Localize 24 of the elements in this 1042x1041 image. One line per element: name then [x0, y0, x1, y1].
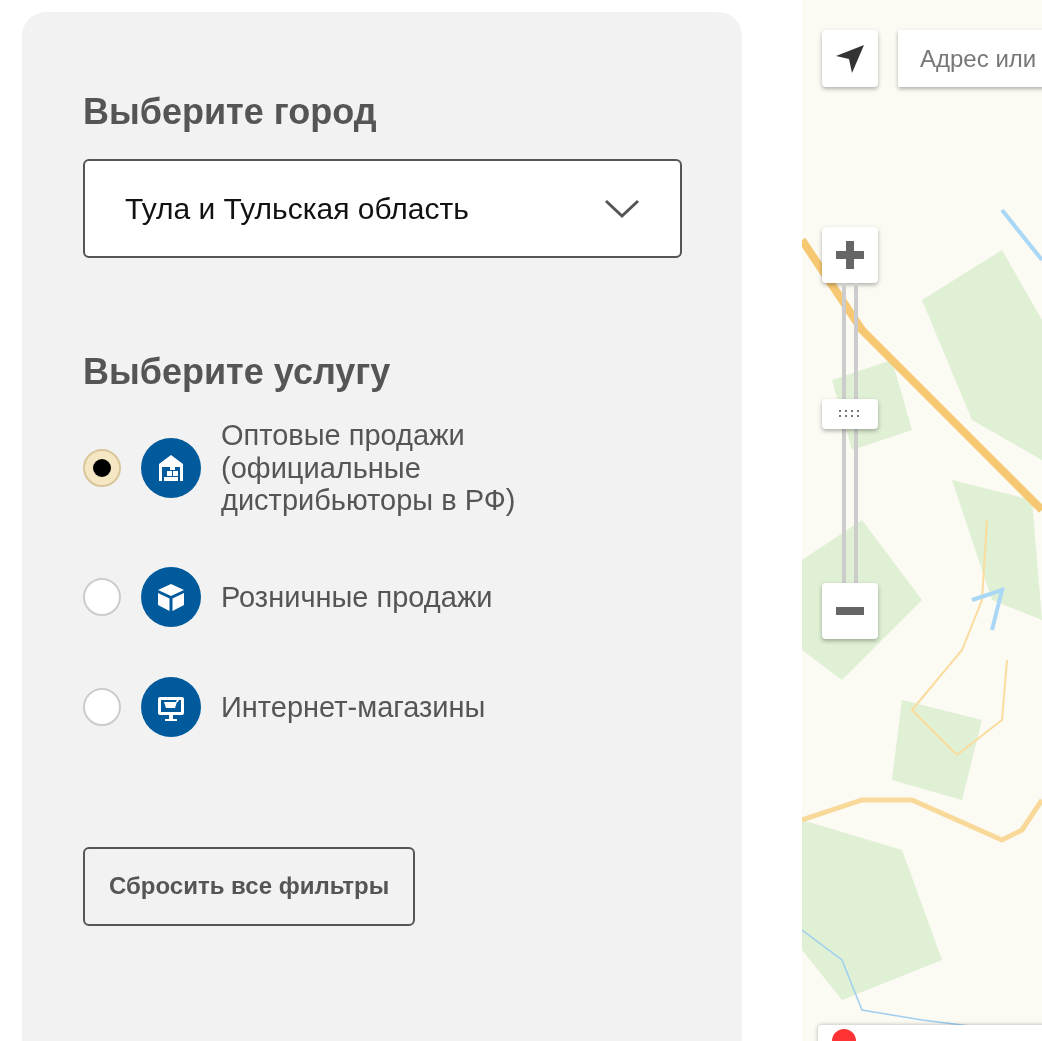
- plus-icon: [836, 241, 864, 269]
- minus-icon: [836, 607, 864, 615]
- chevron-down-icon: [604, 198, 640, 219]
- geolocation-button[interactable]: [822, 30, 878, 87]
- address-search-field[interactable]: Адрес или: [898, 30, 1042, 87]
- reset-filters-button[interactable]: Сбросить все фильтры: [83, 846, 416, 926]
- radio-button[interactable]: [83, 687, 121, 726]
- zoom-out-button[interactable]: [822, 583, 878, 639]
- city-heading: Выберите город: [83, 90, 378, 134]
- zoom-slider[interactable]: [822, 283, 878, 583]
- radio-button[interactable]: [83, 449, 121, 488]
- city-select[interactable]: Тула и Тульская область: [83, 159, 682, 259]
- arrow-icon: [834, 42, 866, 75]
- radio-button[interactable]: [83, 577, 121, 616]
- grip-icon: [839, 410, 861, 419]
- box-icon: [141, 566, 201, 627]
- warehouse-icon: [141, 438, 201, 499]
- slider-handle[interactable]: [822, 399, 878, 430]
- monitor-cart-icon: [141, 676, 201, 737]
- service-label[interactable]: Оптовые продажи (официальные дистрибьюторы в РФ): [221, 419, 561, 517]
- zoom-in-button[interactable]: [822, 227, 878, 283]
- service-label[interactable]: Интернет-магазины: [221, 690, 561, 723]
- service-heading: Выберите услугу: [83, 350, 392, 394]
- service-label[interactable]: Розничные продажи: [221, 580, 561, 613]
